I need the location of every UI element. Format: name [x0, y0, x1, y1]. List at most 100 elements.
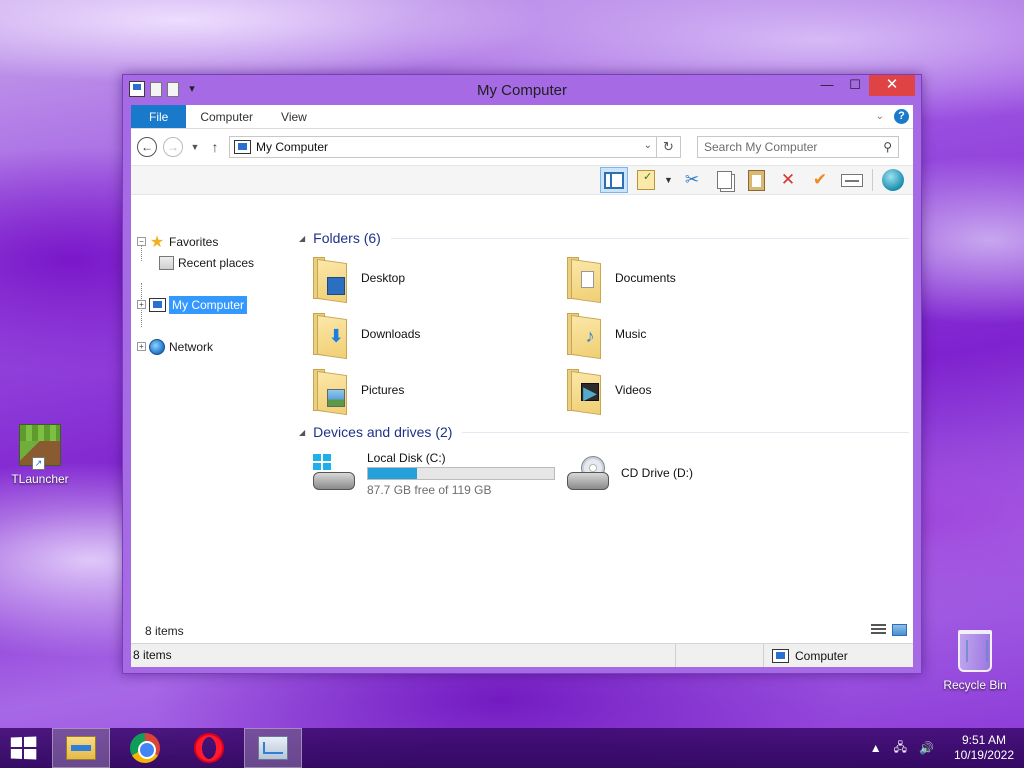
large-icons-view-icon[interactable] [892, 624, 907, 636]
help-icon[interactable]: ? [894, 109, 909, 124]
folder-label: Videos [615, 383, 652, 397]
copy-icon [716, 171, 732, 189]
details-view-icon[interactable] [871, 624, 886, 636]
collapse-toggle-icon[interactable]: − [137, 237, 146, 246]
title-bar[interactable]: ▾ My Computer — ☐ ✕ [123, 75, 921, 105]
drive-cd-d[interactable]: CD Drive (D:) [565, 449, 819, 499]
shell-button[interactable] [879, 167, 907, 193]
navigation-tree: − ★ Favorites Recent places + My Compute… [131, 221, 291, 619]
item-count-row: 8 items [131, 619, 913, 643]
collapse-triangle-icon[interactable]: ◢ [299, 428, 305, 437]
close-button[interactable]: ✕ [869, 75, 915, 96]
minimize-button[interactable]: — [813, 75, 841, 96]
folder-pictures[interactable]: Pictures [311, 365, 565, 416]
computer-icon [772, 648, 789, 663]
navigation-bar: ← → ▼ ↑ My Computer ⌄ ↻ ⚲ [131, 129, 913, 165]
desktop-icon-label: TLauncher [11, 472, 69, 486]
show-hidden-icons-chevron-icon[interactable]: ▲ [870, 741, 882, 755]
folder-videos[interactable]: ▶ Videos [565, 365, 819, 416]
tree-item-label: Favorites [169, 234, 219, 249]
file-explorer-icon [66, 736, 96, 760]
back-button[interactable]: ← [137, 137, 157, 157]
toolbar-separator [872, 169, 873, 191]
cut-button[interactable]: ✂ [678, 167, 706, 193]
address-bar[interactable]: My Computer ⌄ ↻ [229, 136, 681, 158]
shortcut-arrow-icon: ↗ [32, 457, 45, 470]
recycle-bin-icon [953, 630, 997, 674]
taskbar: ▲ 🖧 🔊 9:51 AM 10/19/2022 [0, 728, 1024, 768]
drive-local-disk-c[interactable]: Local Disk (C:) 87.7 GB free of 119 GB [311, 449, 565, 499]
volume-icon[interactable]: 🔊 [919, 741, 934, 755]
network-status-icon[interactable]: 🖧 [894, 738, 907, 759]
drive-free-space: 87.7 GB free of 119 GB [367, 483, 492, 497]
copy-button[interactable] [710, 167, 738, 193]
tree-item-network[interactable]: + Network [137, 336, 291, 357]
drive-name: CD Drive (D:) [621, 466, 693, 480]
maximize-button[interactable]: ☐ [841, 75, 869, 96]
file-list: ◢ Folders (6) Desktop Documents ⬇ Downlo… [291, 221, 913, 619]
refresh-button[interactable]: ↻ [656, 137, 680, 157]
folder-downloads[interactable]: ⬇ Downloads [311, 309, 565, 360]
folder-label: Downloads [361, 327, 421, 341]
tree-item-my-computer[interactable]: + My Computer [137, 294, 291, 315]
recent-locations-chevron-icon[interactable]: ▼ [189, 142, 201, 152]
window-title: My Computer [476, 82, 568, 99]
folder-label: Music [615, 327, 647, 341]
group-header-label: Folders (6) [313, 230, 381, 246]
clock[interactable]: 9:51 AM 10/19/2022 [954, 733, 1014, 763]
tab-computer[interactable]: Computer [186, 105, 267, 128]
minecraft-grass-block-icon: ↗ [18, 424, 62, 470]
tree-item-recent-places[interactable]: Recent places [137, 252, 291, 273]
collapse-triangle-icon[interactable]: ◢ [299, 234, 305, 243]
folder-label: Desktop [361, 271, 406, 285]
checkmark-icon: ✔ [812, 170, 828, 189]
delete-button[interactable]: ✕ [774, 167, 802, 193]
rename-button[interactable] [838, 167, 866, 193]
expand-ribbon-chevron-icon[interactable]: ⌄ [876, 111, 884, 122]
select-button[interactable]: ✔ [806, 167, 834, 193]
tab-file[interactable]: File [131, 105, 187, 128]
properties-button[interactable] [632, 167, 660, 193]
tab-view[interactable]: View [267, 105, 321, 128]
folder-music[interactable]: ♪ Music [565, 309, 819, 360]
desktop-icon-recycle-bin[interactable]: Recycle Bin [935, 630, 1015, 692]
search-box[interactable]: ⚲ [697, 136, 899, 158]
desktop-icon-tlauncher[interactable]: ↗ TLauncher [0, 424, 80, 486]
recent-places-icon [158, 255, 174, 270]
properties-dropdown-chevron-icon[interactable]: ▼ [664, 175, 674, 185]
expand-toggle-icon[interactable]: + [137, 342, 146, 351]
group-header-devices[interactable]: ◢ Devices and drives (2) [299, 421, 913, 443]
group-header-folders[interactable]: ◢ Folders (6) [299, 227, 913, 249]
forward-button[interactable]: → [163, 137, 183, 157]
taskbar-app-chrome[interactable] [116, 728, 174, 768]
computer-icon [234, 140, 251, 154]
music-folder-icon: ♪ [565, 311, 605, 360]
start-button[interactable] [0, 728, 46, 768]
address-dropdown-chevron-icon[interactable]: ⌄ [644, 140, 652, 151]
expand-toggle-icon[interactable]: + [137, 300, 146, 309]
folder-documents[interactable]: Documents [565, 253, 819, 304]
paste-button[interactable] [742, 167, 770, 193]
navigation-pane-icon [604, 171, 624, 189]
star-icon: ★ [149, 233, 165, 251]
pictures-folder-icon [311, 367, 351, 416]
videos-folder-icon: ▶ [565, 367, 605, 416]
scissors-icon: ✂ [684, 170, 700, 189]
search-input[interactable] [704, 140, 864, 154]
window-content: File Computer View ⌄ ? ← → ▼ ↑ My Comput… [131, 105, 913, 667]
folder-desktop[interactable]: Desktop [311, 253, 565, 304]
explorer-window: ▾ My Computer — ☐ ✕ File Computer View ⌄… [122, 74, 922, 674]
opera-icon [194, 733, 224, 763]
search-icon[interactable]: ⚲ [883, 140, 892, 154]
taskbar-app-file-explorer[interactable] [52, 728, 110, 768]
taskbar-app-resource-monitor[interactable] [244, 728, 302, 768]
up-button[interactable]: ↑ [207, 139, 223, 155]
desktop-icon-label: Recycle Bin [943, 678, 1007, 692]
tree-item-label: My Computer [169, 295, 248, 314]
navigation-pane-button[interactable] [600, 167, 628, 193]
tree-item-favorites[interactable]: − ★ Favorites [137, 231, 291, 252]
drive-name: Local Disk (C:) [367, 451, 446, 465]
taskbar-app-opera[interactable] [180, 728, 238, 768]
clock-date: 10/19/2022 [953, 748, 1014, 762]
group-header-label: Devices and drives (2) [313, 424, 453, 440]
